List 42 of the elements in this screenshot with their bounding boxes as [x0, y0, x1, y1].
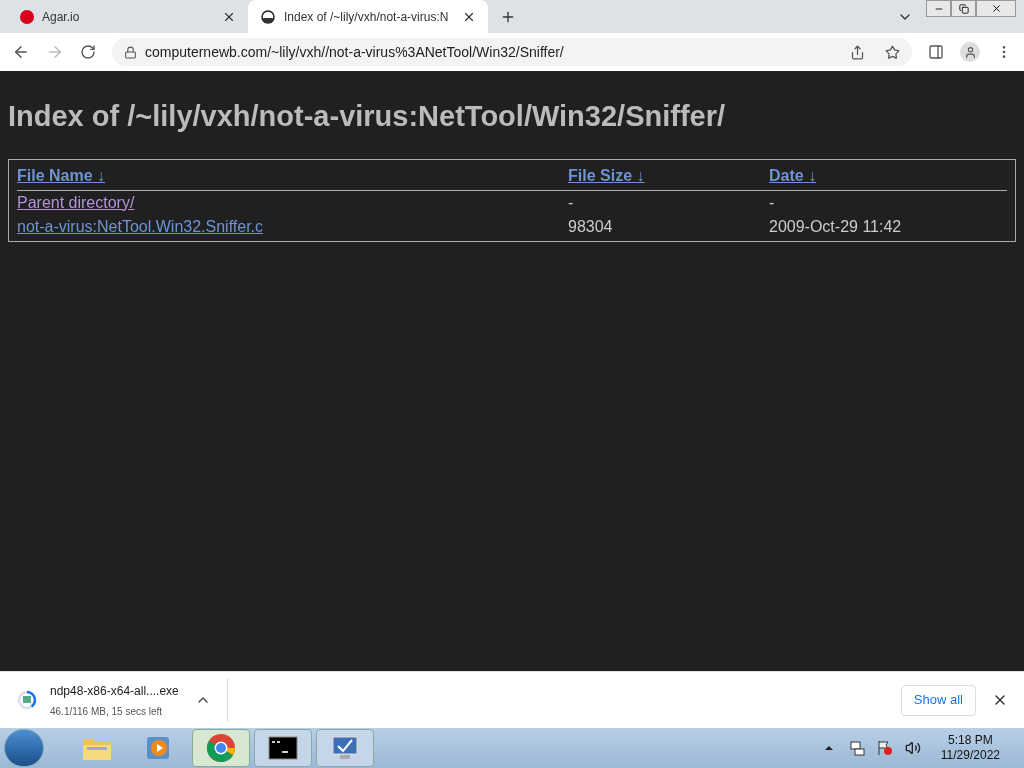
tray-arrow-icon[interactable] [824, 746, 833, 750]
table-cell-text: 2009-Oct-29 11:42 [769, 216, 903, 237]
column-header-link[interactable]: File Size ↓ [568, 161, 769, 190]
start-button[interactable] [4, 729, 44, 767]
bookmark-star-icon[interactable] [885, 44, 900, 60]
close-icon [990, 3, 1002, 14]
tab-title: Index of /~lily/vxh/not-a-virus:N [284, 8, 450, 26]
volume-icon[interactable] [904, 740, 921, 756]
share-icon[interactable] [850, 44, 865, 60]
tab-title: Agar.io [42, 8, 81, 26]
clock-date[interactable]: 11/29/2022 [940, 748, 1000, 763]
column-header-link[interactable]: File Name ↓ [17, 161, 568, 190]
table-cell-text: - [568, 192, 575, 213]
url-text: computernewb.com/~lily/vxh//not-a-virus%3ANetTool/Win32/Sniffer/ [145, 42, 565, 62]
table-cell-text: 98304 [568, 216, 614, 237]
restore-icon [958, 3, 969, 14]
file-link[interactable]: Parent directory/ [17, 190, 568, 215]
table-cell-text: - [769, 192, 776, 213]
column-header-link[interactable]: Date ↓ [769, 161, 1007, 190]
file-link[interactable]: not-a-virus:NetTool.Win32.Sniffer.c [17, 214, 568, 239]
chrome-icon [205, 732, 237, 764]
download-progress-ring [16, 689, 38, 711]
taskbar-button[interactable] [254, 729, 312, 767]
browser-tab[interactable]: Index of /~lily/vxh/not-a-virus:N [248, 0, 488, 33]
address-field[interactable]: computernewb.com/~lily/vxh//not-a-virus%3ANetTool/Win32/Sniffer/ [112, 38, 912, 66]
monitor-icon [330, 734, 360, 762]
reload-icon[interactable] [80, 44, 96, 60]
flag-icon[interactable] [876, 740, 893, 756]
profile-avatar[interactable] [960, 42, 980, 62]
download-status: 46.1/116 MB, 15 secs left [50, 704, 164, 719]
back-icon[interactable] [12, 43, 30, 61]
clock-time[interactable]: 5:18 PM [948, 733, 993, 748]
download-filename[interactable]: ndp48-x86-x64-all....exe [50, 681, 195, 700]
new-tab-icon[interactable] [500, 9, 516, 25]
page-heading: Index of /~lily/vxh/not-a-virus:NetTool/Win32/Sniffer/ [8, 99, 727, 134]
lock-icon [124, 45, 137, 59]
browser-tab[interactable]: Agar.io [8, 0, 248, 33]
show-all-button[interactable]: Show all [900, 684, 976, 716]
restore-button[interactable] [951, 0, 976, 17]
side-panel-icon[interactable] [928, 44, 944, 60]
terminal-icon [268, 736, 298, 760]
network-icon[interactable] [848, 740, 865, 756]
